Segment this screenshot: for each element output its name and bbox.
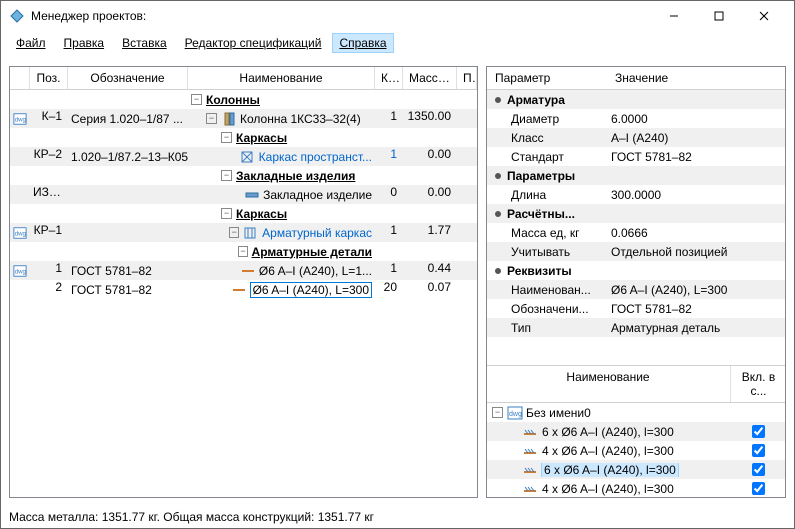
status-text: Масса металла: 1351.77 кг. Общая масса к… <box>9 510 374 524</box>
menu-help[interactable]: Справка <box>332 33 393 53</box>
rebar-icon <box>231 283 247 297</box>
rebar-segment-icon <box>522 445 538 457</box>
frame-icon <box>240 150 256 164</box>
table-row[interactable]: dwg К–1 Серия 1.020–1/87 ... − Колонна 1… <box>10 109 477 128</box>
col-name[interactable]: Наименование <box>486 366 730 402</box>
rebar-segment-icon <box>522 483 538 495</box>
properties-body[interactable]: Арматура Диаметр6.0000 КлассA–I (А240) С… <box>487 90 785 337</box>
col-value[interactable]: Значение <box>607 67 785 89</box>
app-icon <box>9 8 25 24</box>
prop-category[interactable]: Параметры <box>487 166 785 185</box>
prop-category[interactable]: Арматура <box>487 90 785 109</box>
menu-file[interactable]: Файл <box>9 33 53 53</box>
prop-row[interactable]: Длина300.0000 <box>487 185 785 204</box>
group-row-frames[interactable]: −Каркасы <box>10 128 477 147</box>
prop-row[interactable]: ТипАрматурная деталь <box>487 318 785 337</box>
project-tree-panel: Поз. Обозначение Наименование К... Масса… <box>9 66 478 498</box>
collapse-icon[interactable]: − <box>221 132 232 143</box>
group-row-frames-2[interactable]: −Каркасы <box>10 204 477 223</box>
prop-row[interactable]: УчитыватьОтдельной позицией <box>487 242 785 261</box>
embed-icon <box>244 188 260 202</box>
properties-header: Параметр Значение <box>487 67 785 90</box>
svg-text:dwg: dwg <box>15 230 26 237</box>
window-title: Менеджер проектов: <box>31 9 651 23</box>
collapse-icon[interactable]: − <box>221 170 232 181</box>
menubar: Файл Правка Вставка Редактор спецификаци… <box>1 31 794 58</box>
prop-row[interactable]: КлассA–I (А240) <box>487 128 785 147</box>
col-include[interactable]: Вкл. в с... <box>730 366 786 402</box>
col-mass[interactable]: Масса ... <box>403 67 457 89</box>
group-row-rebar-details[interactable]: −Арматурные детали <box>10 242 477 261</box>
maximize-button[interactable] <box>696 2 741 30</box>
tree-header: Поз. Обозначение Наименование К... Масса… <box>10 67 477 90</box>
list-item[interactable]: 4 x Ø6 A–I (А240), l=300 <box>486 441 786 460</box>
prop-row[interactable]: Масса ед, кг0.0666 <box>487 223 785 242</box>
table-row-selected[interactable]: 2 ГОСТ 5781–82 Ø6 A–I (А240), L=300 20 0… <box>10 280 477 299</box>
menu-spec-editor[interactable]: Редактор спецификаций <box>178 33 329 53</box>
collapse-icon[interactable]: − <box>221 208 232 219</box>
group-row-columns[interactable]: −Колонны <box>10 90 477 109</box>
rebar-icon <box>240 264 256 278</box>
rebar-segment-icon <box>522 426 538 438</box>
prop-row[interactable]: Обозначени...ГОСТ 5781–82 <box>487 299 785 318</box>
include-checkbox[interactable] <box>752 463 765 476</box>
properties-panel: Параметр Значение Арматура Диаметр6.0000… <box>486 66 786 498</box>
prop-row[interactable]: Наименован...Ø6 A–I (А240), L=300 <box>487 280 785 299</box>
content-area: Поз. Обозначение Наименование К... Масса… <box>1 58 794 506</box>
prop-row[interactable]: СтандартГОСТ 5781–82 <box>487 147 785 166</box>
col-pos[interactable]: Поз. <box>30 67 68 89</box>
tree-body[interactable]: −Колонны dwg К–1 Серия 1.020–1/87 ... − … <box>10 90 477 497</box>
dwg-icon: dwg <box>13 112 27 126</box>
collapse-icon[interactable]: − <box>238 246 247 257</box>
prop-row[interactable]: Диаметр6.0000 <box>487 109 785 128</box>
table-row[interactable]: КР–2 1.020–1/87.2–13–К05 Каркас простран… <box>10 147 477 166</box>
col-param[interactable]: Параметр <box>487 67 607 89</box>
list-item[interactable]: 4 x Ø6 A–I (А240), l=300 <box>486 479 786 498</box>
col-designation[interactable]: Обозначение <box>68 67 188 89</box>
app-window: Менеджер проектов: Файл Правка Вставка Р… <box>0 0 795 529</box>
inclusion-header: Наименование Вкл. в с... <box>486 366 786 403</box>
dwg-icon: dwg <box>507 406 523 420</box>
titlebar: Менеджер проектов: <box>1 1 794 31</box>
svg-text:dwg: dwg <box>15 116 26 123</box>
inclusion-panel: Наименование Вкл. в с... − dwg Без имени… <box>486 365 786 498</box>
list-item[interactable]: 6 x Ø6 A–I (А240), l=300 <box>486 422 786 441</box>
group-row-embedded[interactable]: −Закладные изделия <box>10 166 477 185</box>
col-name[interactable]: Наименование <box>188 67 375 89</box>
collapse-icon[interactable]: − <box>191 94 202 105</box>
collapse-icon[interactable]: − <box>206 113 217 124</box>
svg-text:dwg: dwg <box>509 411 522 418</box>
menu-insert[interactable]: Вставка <box>115 33 174 53</box>
statusbar: Масса металла: 1351.77 кг. Общая масса к… <box>1 506 794 528</box>
inclusion-body[interactable]: − dwg Без имени0 6 x Ø6 A–I (А240), l=30… <box>486 403 786 498</box>
prop-category[interactable]: Реквизиты <box>487 261 785 280</box>
collapse-icon[interactable]: − <box>229 227 239 238</box>
table-row[interactable]: dwg 1 ГОСТ 5781–82 Ø6 A–I (А240), L=1...… <box>10 261 477 280</box>
include-checkbox[interactable] <box>752 482 765 495</box>
include-checkbox[interactable] <box>752 444 765 457</box>
rebar-cage-icon <box>243 226 259 240</box>
prop-category[interactable]: Расчётны... <box>487 204 785 223</box>
svg-text:dwg: dwg <box>15 268 26 275</box>
rebar-segment-icon <box>522 464 538 476</box>
col-note[interactable]: П... <box>457 67 477 89</box>
window-controls <box>651 2 786 30</box>
collapse-icon[interactable]: − <box>492 407 503 418</box>
list-item[interactable]: 6 x Ø6 A–I (А240), l=300 <box>486 460 786 479</box>
menu-edit[interactable]: Правка <box>57 33 112 53</box>
include-checkbox[interactable] <box>752 425 765 438</box>
dwg-icon: dwg <box>13 226 27 240</box>
list-item-label: 6 x Ø6 A–I (А240), l=300 <box>542 463 678 477</box>
list-item-label: 6 x Ø6 A–I (А240), l=300 <box>542 425 674 439</box>
table-row[interactable]: ИЗ–1 Закладное изделие 0 0.00 <box>10 185 477 204</box>
list-item-label: 4 x Ø6 A–I (А240), l=300 <box>542 444 674 458</box>
list-root[interactable]: − dwg Без имени0 <box>486 403 786 422</box>
column-icon <box>221 112 237 126</box>
list-item-label: 4 x Ø6 A–I (А240), l=300 <box>542 482 674 496</box>
minimize-button[interactable] <box>651 2 696 30</box>
col-qty[interactable]: К... <box>375 67 403 89</box>
table-row[interactable]: dwg КР–1 − Арматурный каркас 1 1.77 <box>10 223 477 242</box>
close-button[interactable] <box>741 2 786 30</box>
dwg-icon: dwg <box>13 264 27 278</box>
